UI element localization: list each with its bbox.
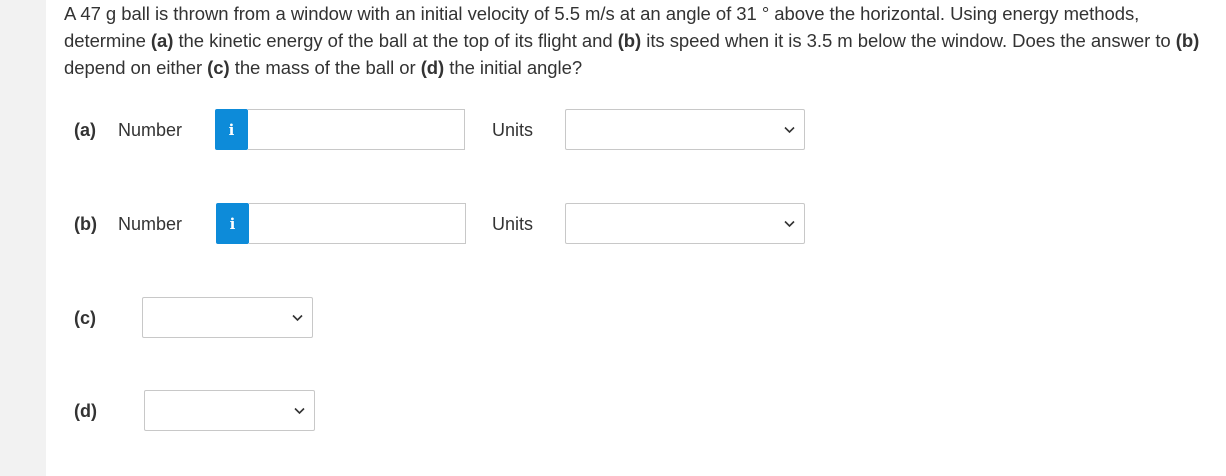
part-a-units-select[interactable] [565,109,805,150]
question-part-d-marker: (d) [420,57,445,78]
part-c-label: (c) [74,308,96,328]
question-part-b-marker: (b) [617,30,642,51]
part-a-label: (a) [74,120,96,140]
left-gutter [0,0,46,476]
question-text: A 47 g ball is thrown from a window with… [64,0,1224,81]
part-a-number-label: Number [118,120,183,140]
part-b-number-label: Number [118,214,183,234]
part-b-number-input[interactable] [249,203,466,244]
part-c-select[interactable] [142,297,313,338]
question-segment: depend on either [64,57,208,78]
question-segment: the initial angle? [444,57,583,78]
chevron-down-icon [784,220,795,228]
part-b-label: (b) [74,214,97,234]
part-d-label: (d) [74,401,97,421]
question-part-c-marker: (c) [207,57,230,78]
part-a-number-input[interactable] [248,109,465,150]
part-b-units-label: Units [492,214,534,234]
question-segment: the kinetic energy of the ball at the to… [173,30,618,51]
part-b-units-select[interactable] [565,203,805,244]
part-a-info-button[interactable]: i [215,109,248,150]
info-icon: i [229,214,236,233]
part-d-select[interactable] [144,390,315,431]
part-b-info-button[interactable]: i [216,203,249,244]
question-segment: its speed when it is 3.5 m below the win… [641,30,1176,51]
chevron-down-icon [294,407,305,415]
info-icon: i [228,120,235,139]
question-part-a-marker: (a) [150,30,174,51]
question-part-b-marker: (b) [1175,30,1200,51]
chevron-down-icon [784,126,795,134]
question-segment: the mass of the ball or [229,57,421,78]
part-a-units-label: Units [492,120,534,140]
chevron-down-icon [292,314,303,322]
